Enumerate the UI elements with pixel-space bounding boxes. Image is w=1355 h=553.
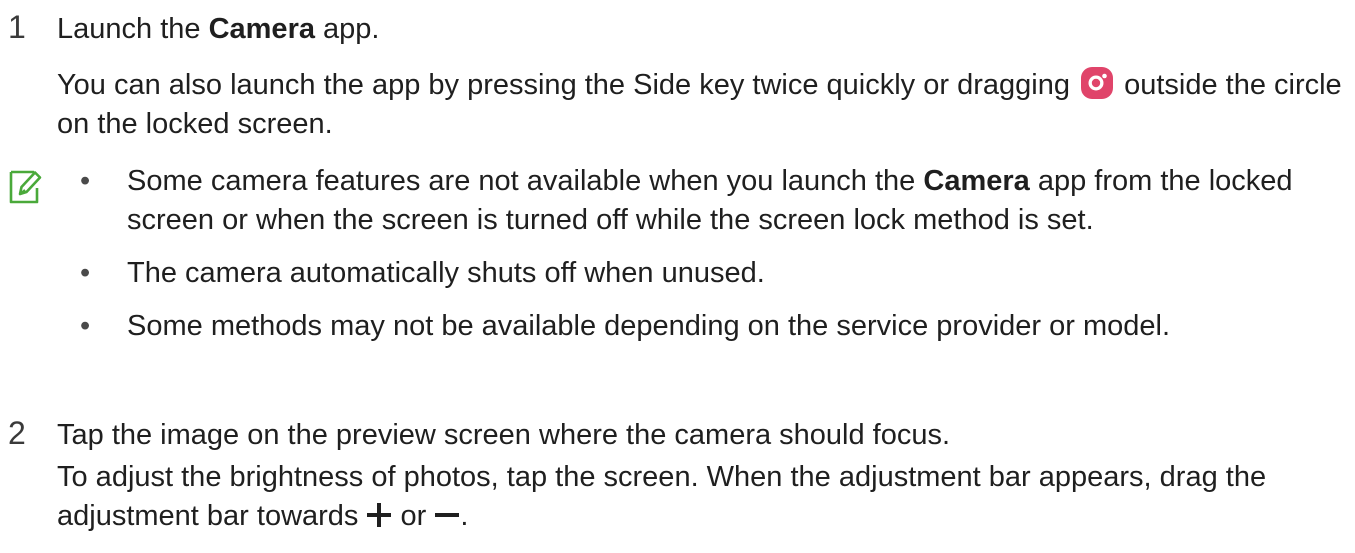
step-2-number: 2: [8, 415, 26, 451]
step-2-detail-before: To adjust the brightness of photos, tap …: [57, 461, 1267, 533]
step-1-text-before: Launch the: [57, 13, 209, 45]
note-icon: [8, 168, 44, 206]
minus-icon: [434, 500, 460, 539]
bullet: •: [80, 257, 91, 290]
step-2-detail-mid: or: [392, 500, 435, 533]
step-1-instruction: Launch the Camera app.: [57, 10, 1347, 49]
step-1-number: 1: [8, 9, 26, 45]
bullet: •: [80, 310, 91, 343]
note-list: • Some camera features are not available…: [80, 162, 1350, 361]
note-item-3-text: Some methods may not be available depend…: [127, 310, 1170, 343]
note-item-2: • The camera automatically shuts off whe…: [80, 254, 1350, 293]
bullet: •: [80, 165, 91, 197]
note-item-3: • Some methods may not be available depe…: [80, 307, 1350, 346]
note-item-1: • Some camera features are not available…: [80, 162, 1350, 240]
note-item-1-before: Some camera features are not available w…: [127, 165, 924, 197]
note-item-2-text: The camera automatically shuts off when …: [127, 257, 765, 290]
plus-icon: [366, 500, 392, 539]
step-2-instruction: Tap the image on the preview screen wher…: [57, 419, 951, 451]
camera-app-icon: [1080, 66, 1114, 100]
step-2-detail-after: .: [460, 500, 469, 533]
note-item-1-app-name: Camera: [923, 165, 1030, 197]
step-1-text-after: app.: [314, 13, 380, 45]
step-1-detail: You can also launch the app by pressing …: [57, 66, 1347, 144]
step-1-app-name: Camera: [208, 13, 315, 45]
step-2-detail: To adjust the brightness of photos, tap …: [57, 458, 1347, 539]
step-1-detail-before: You can also launch the app by pressing …: [57, 69, 1079, 101]
